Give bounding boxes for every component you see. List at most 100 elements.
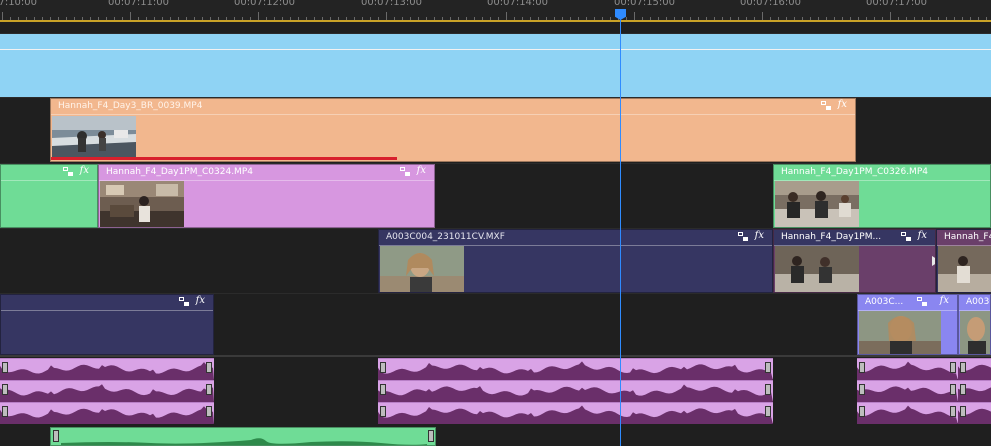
audio-clip[interactable] (378, 380, 773, 402)
keyframe-handle-icon[interactable] (206, 406, 212, 417)
clip-name: A003C (966, 297, 990, 307)
clip-header: A003C (959, 295, 990, 311)
render-status-bar (51, 157, 397, 160)
keyframe-handle-icon[interactable] (2, 406, 8, 417)
keyframe-handle-icon[interactable] (428, 430, 434, 442)
keyframe-handle-icon[interactable] (765, 384, 771, 395)
audio-clip[interactable] (857, 380, 958, 402)
audio-clip[interactable] (958, 402, 991, 424)
adjustment-layer-clip[interactable] (0, 34, 991, 97)
clip-header-divider (0, 49, 991, 50)
video-clip-a003c-short[interactable]: A003C... fx (857, 294, 958, 355)
sequence-timeline[interactable]: 00:07:10:00 00:07:11:00 00:07:12:00 00:0… (0, 0, 991, 446)
clip-header: fx (1, 295, 213, 311)
video-clip-a003c004[interactable]: A003C004_231011CV.MXF fx (378, 229, 773, 293)
keyframe-handle-icon[interactable] (960, 362, 966, 373)
link-icon (821, 101, 831, 110)
keyframe-handle-icon[interactable] (2, 384, 8, 395)
keyframe-handle-icon[interactable] (765, 406, 771, 417)
audio-clip[interactable] (0, 380, 214, 402)
work-area-bar[interactable] (0, 20, 991, 22)
clip-name: A003C... (865, 297, 904, 307)
audio-clip[interactable] (0, 358, 214, 380)
fx-badge-icon[interactable]: fx (918, 230, 927, 241)
audio-clip[interactable] (0, 402, 214, 424)
laughing-woman-thumbnail-image (859, 311, 941, 354)
video-clip-hannah-f4-right[interactable]: Hannah_F4 (936, 229, 991, 293)
ruler-tick (258, 12, 259, 20)
audio-waveform (857, 386, 958, 402)
audio-clip[interactable] (958, 380, 991, 402)
audio-clip[interactable] (378, 402, 773, 424)
audio-clip[interactable] (857, 402, 958, 424)
keyframe-handle-icon[interactable] (53, 430, 59, 442)
clip-thumbnail (859, 311, 941, 354)
music-audio-clip[interactable] (50, 427, 436, 446)
audio-waveform (0, 362, 214, 380)
keyframe-handle-icon[interactable] (206, 362, 212, 373)
video-clip-a003c-right[interactable]: A003C (958, 294, 991, 355)
rv-thumbnail-image (938, 246, 991, 292)
fx-badge-icon[interactable]: fx (80, 165, 89, 176)
video-clip-day1pm-truncated[interactable]: Hannah_F4_Day1PM... fx (773, 229, 936, 293)
waveform-path (0, 384, 214, 402)
ruler-tick (2, 12, 3, 20)
keyframe-handle-icon[interactable] (960, 406, 966, 417)
keyframe-handle-icon[interactable] (960, 384, 966, 395)
keyframe-handle-icon[interactable] (859, 406, 865, 417)
waveform-path (857, 386, 958, 402)
clip-header: Hannah_F4_Day3_BR_0039.MP4 fx (51, 99, 855, 115)
video-clip-navy-left[interactable]: fx (0, 294, 214, 355)
ruler-tick (386, 12, 387, 20)
video-clip-day3-br-0039[interactable]: Hannah_F4_Day3_BR_0039.MP4 fx (50, 98, 856, 162)
audio-clip[interactable] (378, 358, 773, 380)
keyframe-handle-icon[interactable] (950, 384, 956, 395)
keyframe-handle-icon[interactable] (765, 362, 771, 373)
music-waveform (61, 438, 427, 445)
link-icon (917, 297, 927, 306)
time-ruler[interactable]: 00:07:10:00 00:07:11:00 00:07:12:00 00:0… (0, 0, 991, 22)
clip-name: Hannah_F4_Day1PM... (781, 232, 882, 242)
clip-name: Hannah_F4_Day1PM_C0324.MP4 (106, 167, 253, 177)
fx-badge-icon[interactable]: fx (417, 165, 426, 176)
woman-portrait-thumbnail-image (380, 246, 464, 292)
keyframe-handle-icon[interactable] (206, 384, 212, 395)
audio-clip[interactable] (857, 358, 958, 380)
playhead-line[interactable] (620, 12, 621, 446)
keyframe-handle-icon[interactable] (380, 362, 386, 373)
ruler-tick (506, 12, 507, 20)
keyframe-handle-icon[interactable] (380, 384, 386, 395)
video-clip-day1pm-c0324[interactable]: Hannah_F4_Day1PM_C0324.MP4 fx (98, 164, 435, 228)
boat-thumbnail-image (52, 116, 136, 157)
keyframe-handle-icon[interactable] (950, 406, 956, 417)
keyframe-handle-icon[interactable] (950, 362, 956, 373)
video-clip-green-left[interactable]: fx (0, 164, 98, 228)
keyframe-handle-icon[interactable] (859, 384, 865, 395)
fx-badge-icon[interactable]: fx (940, 295, 949, 306)
video-clip-day1pm-c0326[interactable]: Hannah_F4_Day1PM_C0326.MP4 (773, 164, 991, 228)
fx-badge-icon[interactable]: fx (196, 295, 205, 306)
link-icon (63, 167, 73, 176)
clip-name: Hannah_F4_Day1PM_C0326.MP4 (781, 167, 928, 177)
keyframe-handle-icon[interactable] (2, 362, 8, 373)
clip-header: A003C004_231011CV.MXF fx (379, 230, 772, 246)
fx-badge-icon[interactable]: fx (838, 99, 847, 110)
fx-badge-icon[interactable]: fx (755, 230, 764, 241)
audio-clip[interactable] (958, 358, 991, 380)
ruler-timecode: 00:07:11:00 (108, 0, 170, 8)
keyframe-handle-icon[interactable] (859, 362, 865, 373)
woman-thumbnail-image (960, 311, 990, 354)
keyframe-handle-icon[interactable] (380, 406, 386, 417)
ruler-timecode: 00:07:10:00 (0, 0, 38, 8)
ruler-timecode: 00:07:13:00 (361, 0, 423, 8)
ruler-timecode: 00:07:12:00 (234, 0, 296, 8)
link-icon (901, 232, 911, 241)
audio-waveform (857, 361, 958, 380)
audio-waveform (378, 405, 773, 424)
clip-thumbnail (52, 116, 136, 157)
clip-header: Hannah_F4 (937, 230, 991, 246)
link-icon (738, 232, 748, 241)
ruler-timecode: 00:07:15:00 (614, 0, 676, 8)
clip-header: fx (1, 165, 97, 181)
clip-header: Hannah_F4_Day1PM... fx (774, 230, 935, 246)
